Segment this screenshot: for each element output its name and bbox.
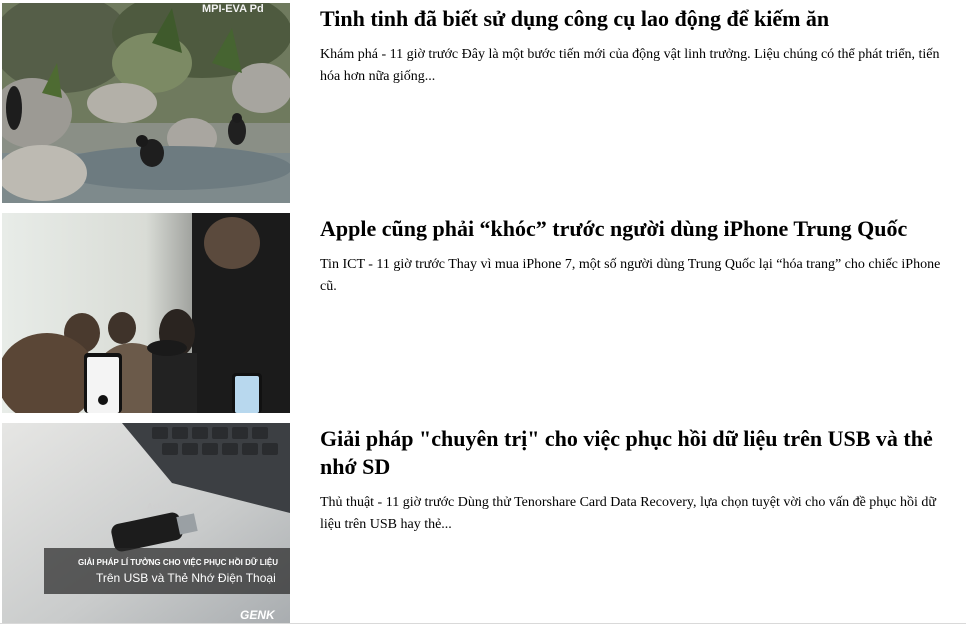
article-thumbnail[interactable] bbox=[2, 213, 290, 413]
article-item: Apple cũng phải “khóc” trước người dùng … bbox=[0, 213, 966, 413]
iphone-users-photo bbox=[2, 213, 290, 413]
article-meta: Thủ thuật - 11 giờ trước Dùng thử Tenors… bbox=[320, 495, 936, 532]
genk-logo: GENK bbox=[240, 608, 276, 622]
article-text: Apple cũng phải “khóc” trước người dùng … bbox=[320, 215, 960, 298]
article-item: MPI-EVA Pd Tinh tinh đã biết sử dụng côn… bbox=[0, 3, 966, 203]
article-source[interactable]: Thủ thuật bbox=[320, 495, 374, 510]
article-time: 11 giờ trước bbox=[389, 47, 459, 62]
article-text: Tinh tinh đã biết sử dụng công cụ lao độ… bbox=[320, 5, 960, 88]
article-meta: Tin ICT - 11 giờ trước Thay vì mua iPhon… bbox=[320, 257, 941, 294]
divider bbox=[0, 623, 966, 624]
image-watermark: MPI-EVA Pd bbox=[202, 3, 264, 15]
article-time: 11 giờ trước bbox=[376, 257, 445, 272]
article-thumbnail[interactable]: MPI-EVA Pd bbox=[2, 3, 290, 203]
article-item: Askozia GIẢI PHÁP LÍ TƯỞNG CHO VIỆC PHỤC… bbox=[0, 423, 966, 623]
article-meta: Khám phá - 11 giờ trước Đây là một bước … bbox=[320, 47, 940, 84]
article-time: 11 giờ trước bbox=[385, 495, 455, 510]
article-source[interactable]: Tin ICT bbox=[320, 257, 365, 272]
article-text: Giải pháp "chuyên trị" cho việc phục hồi… bbox=[320, 425, 960, 536]
article-title[interactable]: Apple cũng phải “khóc” trước người dùng … bbox=[320, 215, 960, 243]
chimpanzee-photo: MPI-EVA Pd bbox=[2, 3, 290, 203]
image-caption-line2: Trên USB và Thẻ Nhớ Điện Thoại bbox=[96, 571, 276, 585]
article-title[interactable]: Giải pháp "chuyên trị" cho việc phục hồi… bbox=[320, 425, 960, 481]
article-source[interactable]: Khám phá bbox=[320, 47, 378, 62]
image-caption-line1: GIẢI PHÁP LÍ TƯỞNG CHO VIỆC PHỤC HỒI DỮ … bbox=[78, 557, 278, 567]
article-thumbnail[interactable]: Askozia GIẢI PHÁP LÍ TƯỞNG CHO VIỆC PHỤC… bbox=[2, 423, 290, 623]
article-title[interactable]: Tinh tinh đã biết sử dụng công cụ lao độ… bbox=[320, 5, 960, 33]
usb-drive-photo: Askozia GIẢI PHÁP LÍ TƯỞNG CHO VIỆC PHỤC… bbox=[2, 423, 290, 623]
image-brand: Askozia bbox=[147, 502, 178, 511]
